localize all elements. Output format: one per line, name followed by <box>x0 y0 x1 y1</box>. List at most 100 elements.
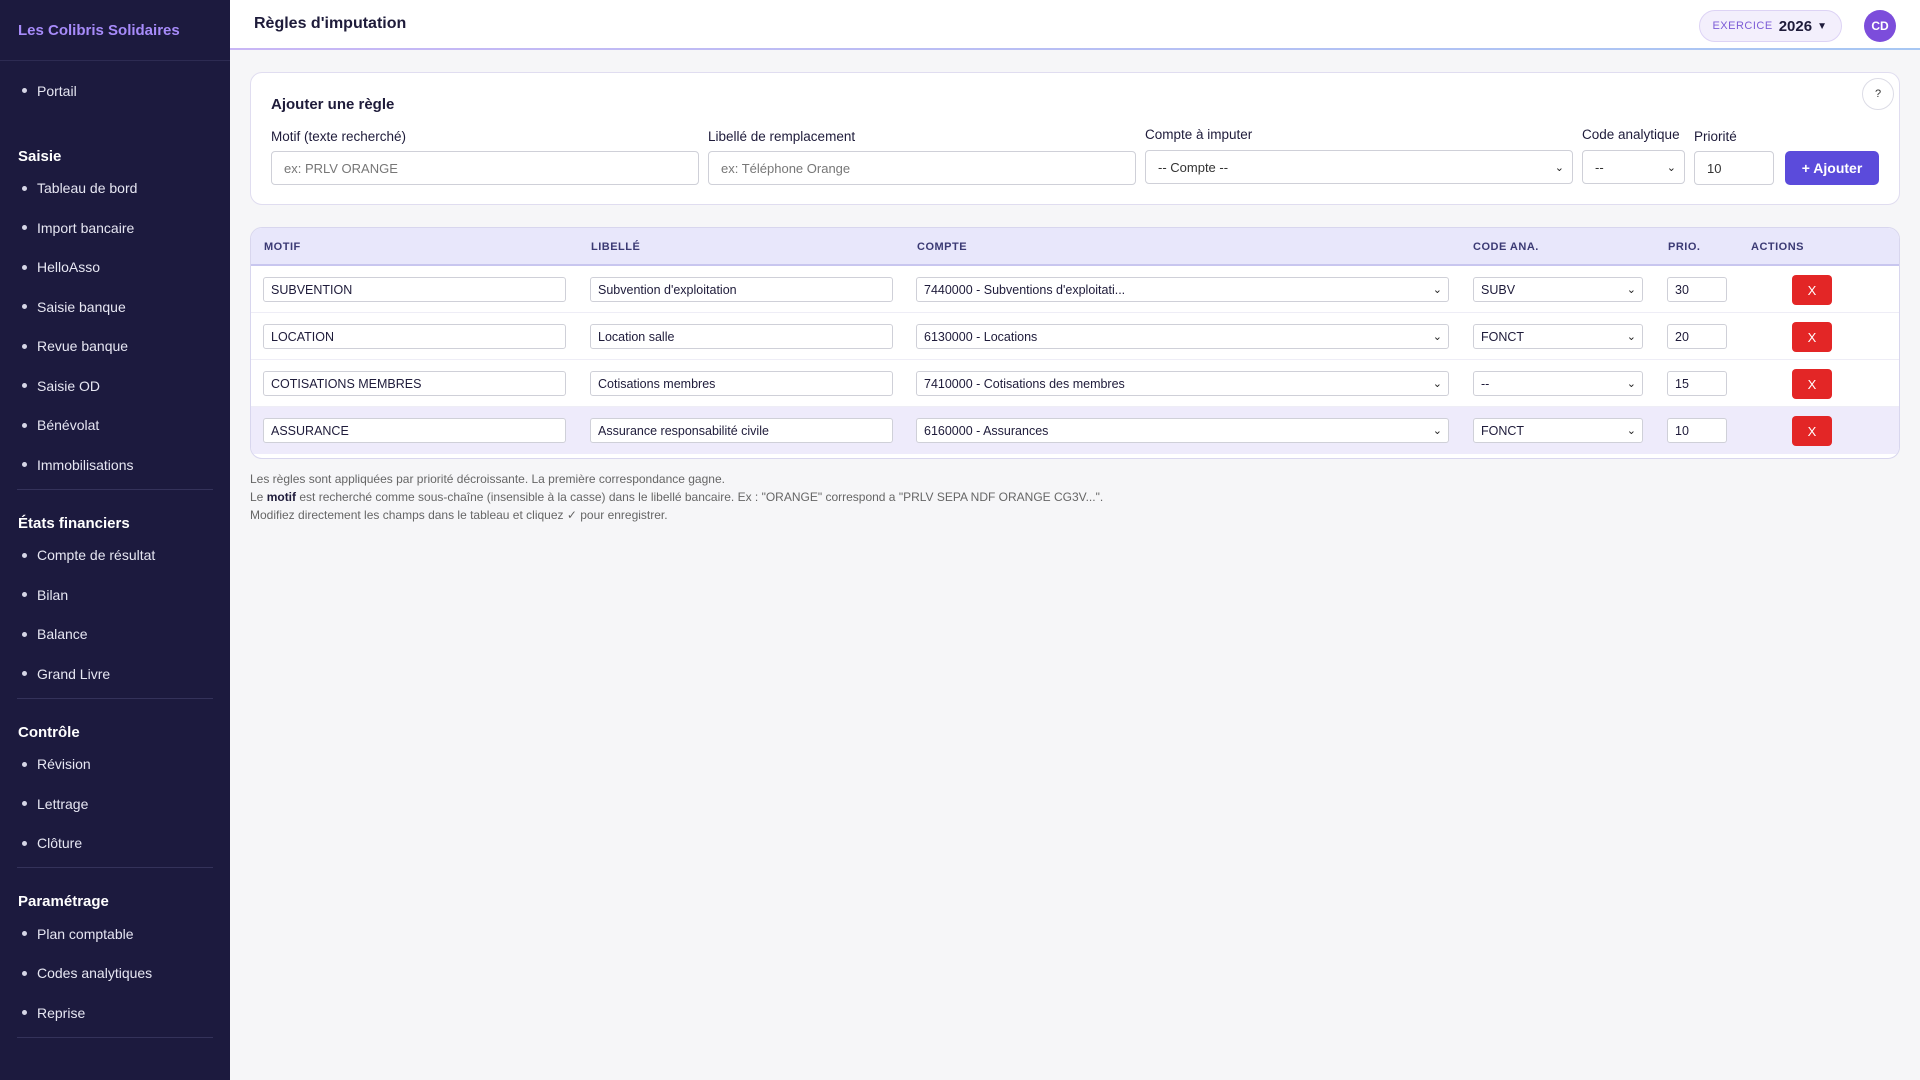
bullet-icon <box>22 383 27 389</box>
sidebar-item-immobilisations[interactable]: Immobilisations <box>0 445 230 485</box>
chevron-down-icon: ⌄ <box>1432 284 1442 296</box>
chevron-down-icon: ⌄ <box>1432 425 1442 437</box>
code-analytique-label: Code analytique <box>1582 127 1680 142</box>
bullet-icon <box>22 761 27 767</box>
motif-cell[interactable]: ASSURANCE <box>263 418 566 443</box>
chevron-down-icon: ▼ <box>1817 20 1827 32</box>
note-prefix: Le <box>250 490 267 504</box>
sidebar-item-revue-banque[interactable]: Revue banque <box>0 327 230 367</box>
sidebar-item-benevolat[interactable]: Bénévolat <box>0 406 230 446</box>
bullet-icon <box>22 840 27 846</box>
motif-input[interactable]: ex: PRLV ORANGE <box>271 151 699 185</box>
top-bar: Règles d'imputation EXERCICE 2026 ▼ CD <box>230 0 1920 50</box>
nav-top: Portail <box>0 61 230 123</box>
libelle-cell[interactable]: Assurance responsabilité civile <box>590 418 893 443</box>
add-rule-button[interactable]: + Ajouter <box>1785 151 1879 185</box>
delete-button[interactable]: X <box>1792 416 1832 446</box>
sidebar-group-parametrage: Plan comptable Codes analytiques Reprise <box>0 912 230 1033</box>
table-row: LOCATION Location salle 6130000 - Locati… <box>251 313 1899 360</box>
sidebar-item-label: Saisie banque <box>37 298 126 315</box>
sidebar-item-revision[interactable]: Révision <box>0 745 230 785</box>
sidebar-item-compte-de-resultat[interactable]: Compte de résultat <box>0 536 230 576</box>
table-row: SUBVENTION Subvention d'exploitation 744… <box>251 266 1899 313</box>
delete-button[interactable]: X <box>1792 369 1832 399</box>
add-rule-card: Ajouter une règle ? Motif (texte recherc… <box>250 72 1900 205</box>
note-bold: motif <box>266 490 297 504</box>
sidebar-item-label: Codes analytiques <box>37 965 153 982</box>
sidebar-item-portail[interactable]: Portail <box>0 71 230 111</box>
delete-button[interactable]: X <box>1792 275 1832 305</box>
sidebar-divider <box>17 867 213 868</box>
table-row: ASSURANCE Assurance responsabilité civil… <box>251 407 1899 454</box>
compte-cell[interactable]: 7440000 - Subventions d'exploitati... ⌄ <box>916 277 1449 302</box>
chevron-down-icon: ⌄ <box>1432 331 1442 343</box>
code-cell-value: -- <box>1481 376 1490 391</box>
sidebar-item-reprise[interactable]: Reprise <box>0 993 230 1033</box>
code-cell-value: SUBV <box>1481 282 1516 297</box>
delete-button[interactable]: X <box>1792 322 1832 352</box>
table-row: COTISATIONS MEMBRES Cotisations membres … <box>251 360 1899 407</box>
bullet-icon <box>22 225 27 231</box>
sidebar-item-grand-livre[interactable]: Grand Livre <box>0 654 230 694</box>
chevron-down-icon: ⌄ <box>1666 161 1676 174</box>
code-analytique-value: -- <box>1595 159 1604 175</box>
bullet-icon <box>22 931 27 937</box>
code-cell[interactable]: FONCT ⌄ <box>1473 324 1643 349</box>
libelle-label: Libellé de remplacement <box>708 129 856 144</box>
bullet-icon <box>22 462 27 468</box>
sidebar-item-lettrage[interactable]: Lettrage <box>0 784 230 824</box>
code-analytique-select[interactable]: -- ⌄ <box>1582 150 1685 184</box>
sidebar-item-saisie-od[interactable]: Saisie OD <box>0 366 230 406</box>
sidebar-item-label: Plan comptable <box>37 925 134 942</box>
code-cell[interactable]: SUBV ⌄ <box>1473 277 1643 302</box>
code-cell[interactable]: FONCT ⌄ <box>1473 418 1643 443</box>
compte-cell[interactable]: 6160000 - Assurances ⌄ <box>916 418 1449 443</box>
libelle-cell[interactable]: Cotisations membres <box>590 371 893 396</box>
sidebar-item-cloture[interactable]: Clôture <box>0 824 230 864</box>
table-header: MOTIF LIBELLÉ COMPTE CODE ANA. PRIO. ACT… <box>251 228 1899 266</box>
sidebar-divider <box>17 488 213 490</box>
exercise-selector[interactable]: EXERCICE 2026 ▼ <box>1699 10 1842 42</box>
prio-cell[interactable]: 15 <box>1667 371 1727 396</box>
motif-cell[interactable]: LOCATION <box>263 324 566 349</box>
sidebar-item-tableau-de-bord[interactable]: Tableau de bord <box>0 169 230 209</box>
motif-cell[interactable]: SUBVENTION <box>263 277 566 302</box>
compte-select[interactable]: -- Compte -- ⌄ <box>1145 150 1573 184</box>
help-button[interactable]: ? <box>1862 78 1894 110</box>
sidebar-item-codes-analytiques[interactable]: Codes analytiques <box>0 954 230 994</box>
sidebar-item-label: Bénévolat <box>37 417 100 434</box>
sidebar-item-label: Revue banque <box>37 338 129 355</box>
sidebar-divider <box>17 1036 213 1038</box>
compte-cell-value: 7440000 - Subventions d'exploitati... <box>924 282 1126 297</box>
libelle-cell[interactable]: Subvention d'exploitation <box>590 277 893 302</box>
prio-cell[interactable]: 20 <box>1667 324 1727 349</box>
sidebar-item-plan-comptable[interactable]: Plan comptable <box>0 914 230 954</box>
priorite-input[interactable]: 10 <box>1694 151 1774 185</box>
compte-select-value: -- Compte -- <box>1158 159 1229 175</box>
avatar[interactable]: CD <box>1864 10 1896 42</box>
bullet-icon <box>22 343 27 349</box>
prio-cell[interactable]: 30 <box>1667 277 1727 302</box>
header-libelle: LIBELLÉ <box>591 241 641 253</box>
sidebar-item-bilan[interactable]: Bilan <box>0 575 230 615</box>
libelle-input[interactable]: ex: Téléphone Orange <box>708 151 1136 185</box>
sidebar-item-helloasso[interactable]: HelloAsso <box>0 248 230 288</box>
header-prio: PRIO. <box>1668 241 1701 253</box>
compte-cell[interactable]: 7410000 - Cotisations des membres ⌄ <box>916 371 1449 396</box>
motif-cell[interactable]: COTISATIONS MEMBRES <box>263 371 566 396</box>
chevron-down-icon: ⌄ <box>1626 425 1636 437</box>
compte-cell[interactable]: 6130000 - Locations ⌄ <box>916 324 1449 349</box>
prio-cell[interactable]: 10 <box>1667 418 1727 443</box>
sidebar-divider <box>17 697 213 699</box>
compte-cell-value: 6160000 - Assurances <box>924 423 1049 438</box>
exercise-label: EXERCICE <box>1712 20 1773 32</box>
bullet-icon <box>22 592 27 598</box>
sidebar-item-saisie-banque[interactable]: Saisie banque <box>0 287 230 327</box>
sidebar-item-balance[interactable]: Balance <box>0 615 230 655</box>
brand-name[interactable]: Les Colibris Solidaires <box>0 0 230 61</box>
code-cell[interactable]: -- ⌄ <box>1473 371 1643 396</box>
bullet-icon <box>22 422 27 428</box>
libelle-cell[interactable]: Location salle <box>590 324 893 349</box>
sidebar-item-import-bancaire[interactable]: Import bancaire <box>0 208 230 248</box>
priorite-label: Priorité <box>1694 129 1737 144</box>
